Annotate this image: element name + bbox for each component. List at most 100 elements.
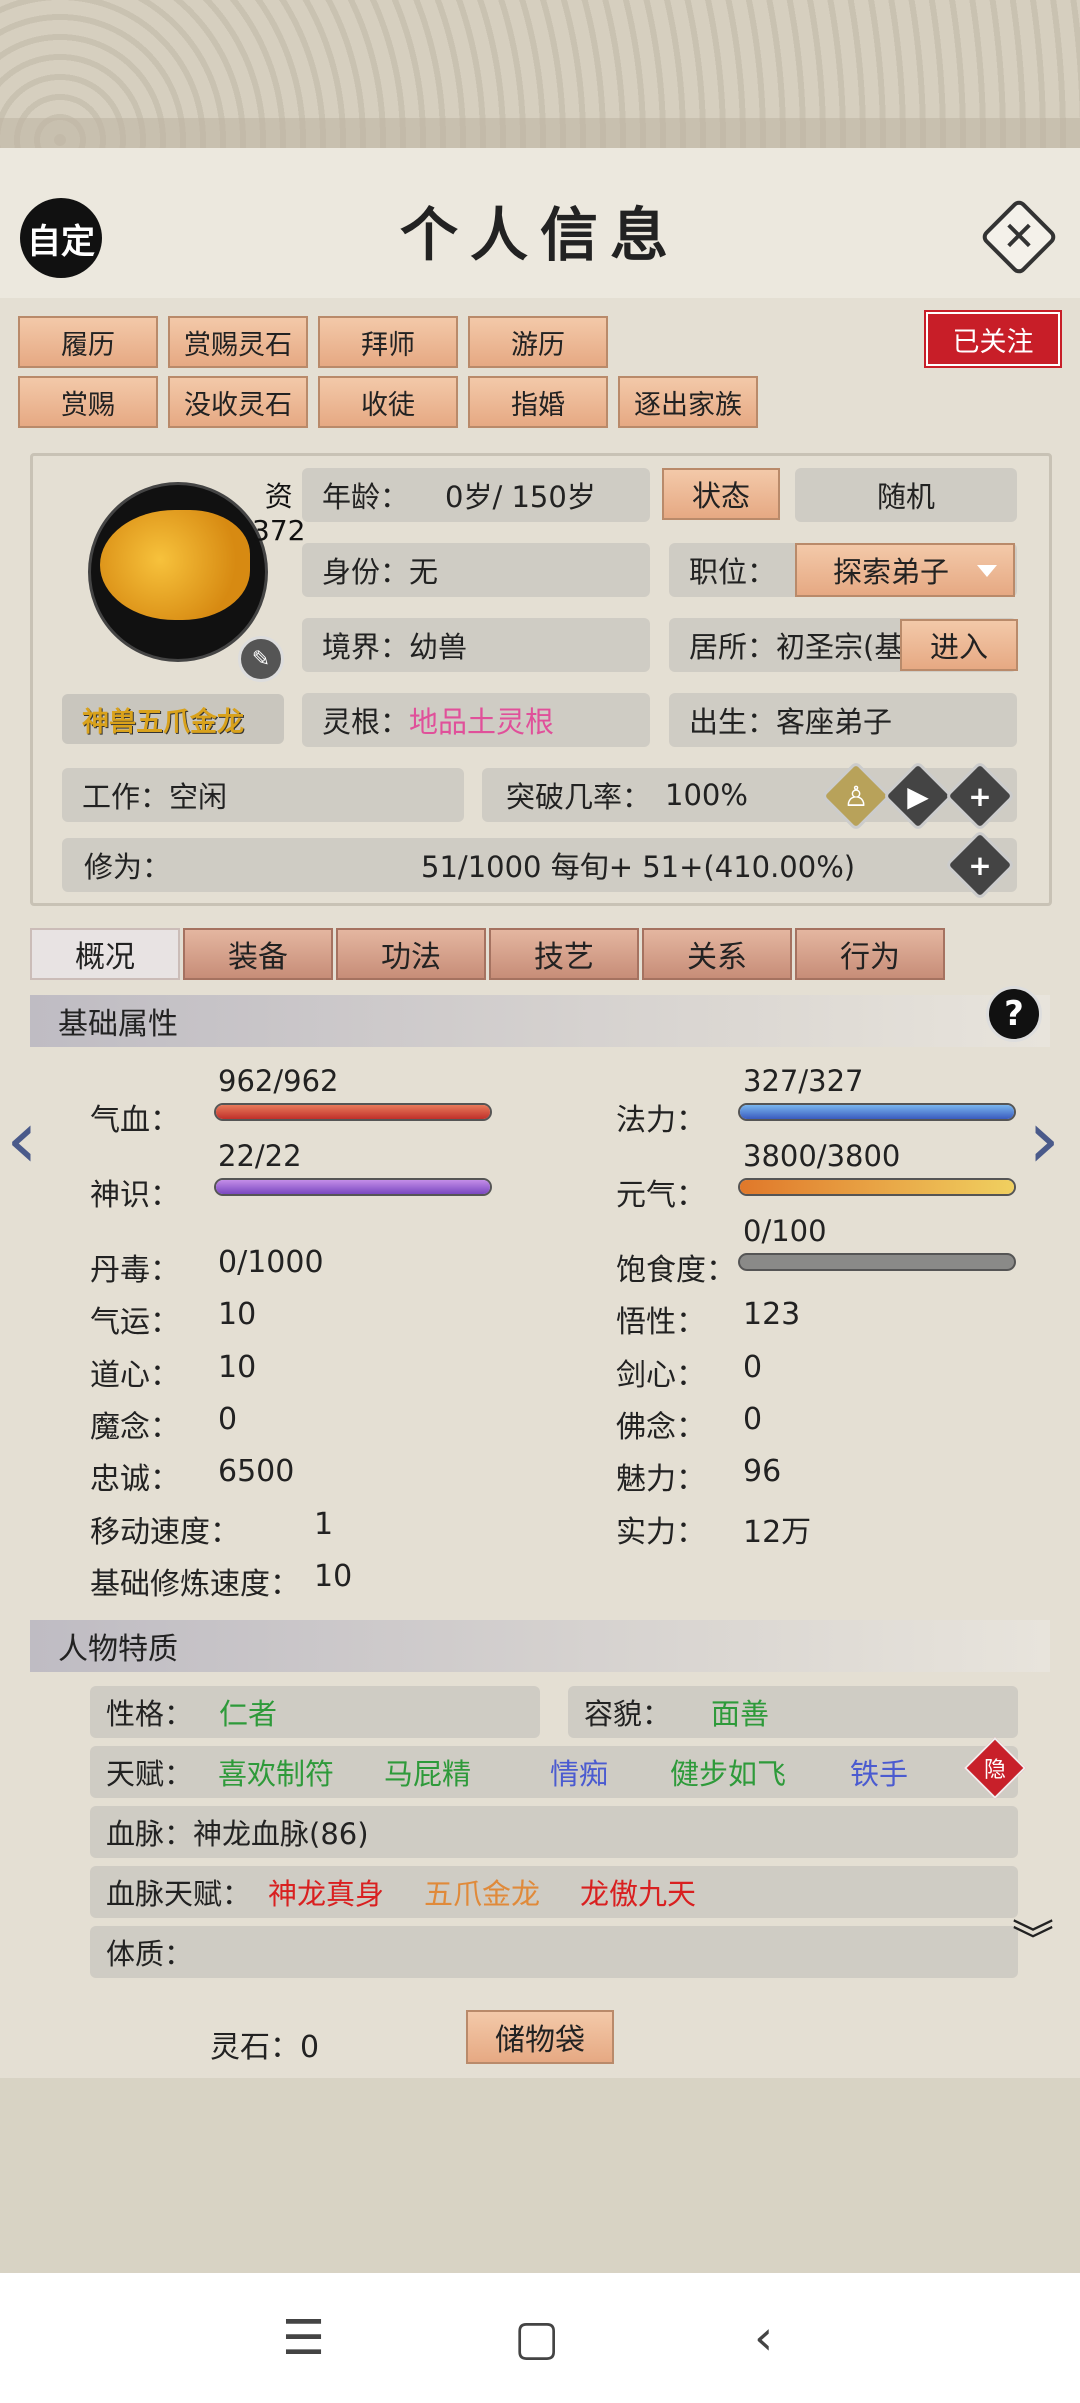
tab-equipment[interactable]: 装备 xyxy=(183,928,333,980)
talent-tag[interactable]: 马屁精 xyxy=(384,1746,471,1798)
satiety-label: 饱食度： xyxy=(616,1253,736,1288)
breakthrough-figure-button[interactable]: ♙ xyxy=(820,760,892,832)
tab-arts[interactable]: 技艺 xyxy=(489,928,639,980)
move-speed-label: 移动速度： xyxy=(90,1515,240,1550)
personality-value: 仁者 xyxy=(219,1697,278,1731)
demon-thought-label: 魔念： xyxy=(90,1410,180,1445)
expand-chevron-icon[interactable]: ︾ xyxy=(1012,1920,1054,1962)
root-label: 灵根： xyxy=(322,705,410,739)
history-button[interactable]: 履历 xyxy=(18,316,158,368)
dao-heart-label: 道心： xyxy=(90,1358,180,1393)
next-arrow-icon[interactable]: › xyxy=(1028,1100,1068,1180)
travel-button[interactable]: 游历 xyxy=(468,316,608,368)
charm-label: 魅力： xyxy=(616,1462,706,1497)
talent-tag[interactable]: 情痴 xyxy=(550,1746,608,1798)
confiscate-lingshi-button[interactable]: 没收灵石 xyxy=(168,376,308,428)
position-label: 职位： xyxy=(689,555,777,589)
random-button[interactable]: 随机 xyxy=(795,468,1017,522)
strength-value: 12万 xyxy=(743,1515,812,1550)
expel-clan-button[interactable]: 逐出家族 xyxy=(618,376,758,428)
hp-label: 气血： xyxy=(90,1103,180,1138)
root-field: 灵根： 地品土灵根 xyxy=(302,693,650,747)
comprehension-label: 悟性： xyxy=(616,1305,706,1340)
lingshi-count: 灵石：0 xyxy=(210,2030,320,2065)
aptitude-value: 372 xyxy=(252,514,306,547)
bloodline-talent-tag[interactable]: 神龙真身 xyxy=(268,1866,384,1918)
play-button[interactable]: ▶ xyxy=(882,760,954,832)
sense-value: 22/22 xyxy=(218,1139,302,1173)
bloodline-row: 血脉：神龙血脉(86) xyxy=(90,1806,1018,1858)
aptitude-label: 资 xyxy=(264,480,293,513)
tab-skills[interactable]: 功法 xyxy=(336,928,486,980)
hide-label: 隐 xyxy=(983,1758,1006,1783)
mp-value: 327/327 xyxy=(743,1064,864,1098)
age-value: 0岁/ 150岁 xyxy=(445,480,596,514)
dragon-portrait xyxy=(100,510,250,620)
luck-value: 10 xyxy=(218,1297,257,1332)
breakthrough-value: 100% xyxy=(665,778,748,812)
comprehension-value: 123 xyxy=(743,1297,801,1332)
reward-button[interactable]: 赏赐 xyxy=(18,376,158,428)
enter-button[interactable]: 进入 xyxy=(900,619,1018,671)
bottom-band xyxy=(0,2078,1080,2273)
bloodline-talent-tag[interactable]: 龙傲九天 xyxy=(580,1866,696,1918)
position-select[interactable]: 探索弟子 xyxy=(795,543,1015,597)
base-cultivation-speed-value: 10 xyxy=(314,1559,353,1594)
loyalty-value: 6500 xyxy=(218,1454,295,1489)
bloodline-talent-row: 血脉天赋： 神龙真身 五爪金龙 龙傲九天 xyxy=(90,1866,1018,1918)
sense-bar xyxy=(214,1178,492,1196)
tab-overview[interactable]: 概况 xyxy=(30,928,180,980)
reward-lingshi-button[interactable]: 赏赐灵石 xyxy=(168,316,308,368)
arrange-marriage-button[interactable]: 指婚 xyxy=(468,376,608,428)
play-icon: ▶ xyxy=(907,779,929,813)
talent-row: 天赋： 喜欢制符 马屁精 情痴 健步如飞 铁手 xyxy=(90,1746,1018,1798)
sense-bar-fill xyxy=(216,1180,490,1194)
aptitude-badge: 资 372 xyxy=(252,480,305,548)
dao-heart-value: 10 xyxy=(218,1350,257,1385)
basic-attributes-header: 基础属性 xyxy=(30,995,1050,1047)
close-button[interactable]: ✕ xyxy=(979,197,1059,277)
strength-label: 实力： xyxy=(616,1515,706,1550)
luck-label: 气运： xyxy=(90,1305,180,1340)
close-icon: ✕ xyxy=(1002,214,1036,260)
cultivation-label: 修为： xyxy=(84,850,172,884)
apprentice-button[interactable]: 拜师 xyxy=(318,316,458,368)
follow-badge[interactable]: 已关注 xyxy=(924,310,1062,368)
character-name[interactable]: 神兽五爪金龙 xyxy=(62,694,284,744)
residence-label: 居所：初圣宗(基 xyxy=(689,630,904,664)
back-icon[interactable]: ‹ xyxy=(754,2310,773,2366)
tab-behavior[interactable]: 行为 xyxy=(795,928,945,980)
menu-icon[interactable]: ☰ xyxy=(282,2310,325,2366)
bloodline-talent-label: 血脉天赋： xyxy=(106,1877,252,1911)
work-field: 工作：空闲 xyxy=(62,768,464,822)
looks-value: 面善 xyxy=(711,1697,770,1731)
qi-label: 元气： xyxy=(616,1178,706,1213)
birth-value: 客座弟子 xyxy=(776,705,893,739)
add-breakthrough-button[interactable]: + xyxy=(944,760,1016,832)
talent-tag[interactable]: 铁手 xyxy=(850,1746,908,1798)
talent-tag[interactable]: 健步如飞 xyxy=(670,1746,786,1798)
pen-icon[interactable]: ✎ xyxy=(238,636,284,682)
home-icon[interactable]: ▢ xyxy=(514,2310,559,2366)
demon-thought-value: 0 xyxy=(218,1402,238,1437)
tab-relations[interactable]: 关系 xyxy=(642,928,792,980)
work-label: 工作：空闲 xyxy=(82,780,228,814)
base-cultivation-speed-label: 基础修炼速度： xyxy=(90,1567,300,1602)
physique-label: 体质： xyxy=(106,1937,194,1971)
personality-label: 性格： xyxy=(106,1697,194,1731)
bloodline-talent-tag[interactable]: 五爪金龙 xyxy=(424,1866,540,1918)
realm-field: 境界： 幼兽 xyxy=(302,618,650,672)
talent-tag[interactable]: 喜欢制符 xyxy=(218,1746,334,1798)
prev-arrow-icon[interactable]: ‹ xyxy=(6,1100,46,1180)
move-speed-value: 1 xyxy=(314,1507,334,1542)
qi-value: 3800/3800 xyxy=(743,1139,901,1173)
pill-toxin-label: 丹毒： xyxy=(90,1253,180,1288)
mp-bar xyxy=(738,1103,1016,1121)
take-disciple-button[interactable]: 收徒 xyxy=(318,376,458,428)
mp-label: 法力： xyxy=(616,1103,706,1138)
storage-bag-button[interactable]: 储物袋 xyxy=(466,2010,614,2064)
status-button[interactable]: 状态 xyxy=(662,468,780,520)
help-icon[interactable]: ? xyxy=(986,986,1042,1042)
add-cultivation-button[interactable]: + xyxy=(944,829,1016,901)
talent-label: 天赋： xyxy=(106,1757,194,1791)
